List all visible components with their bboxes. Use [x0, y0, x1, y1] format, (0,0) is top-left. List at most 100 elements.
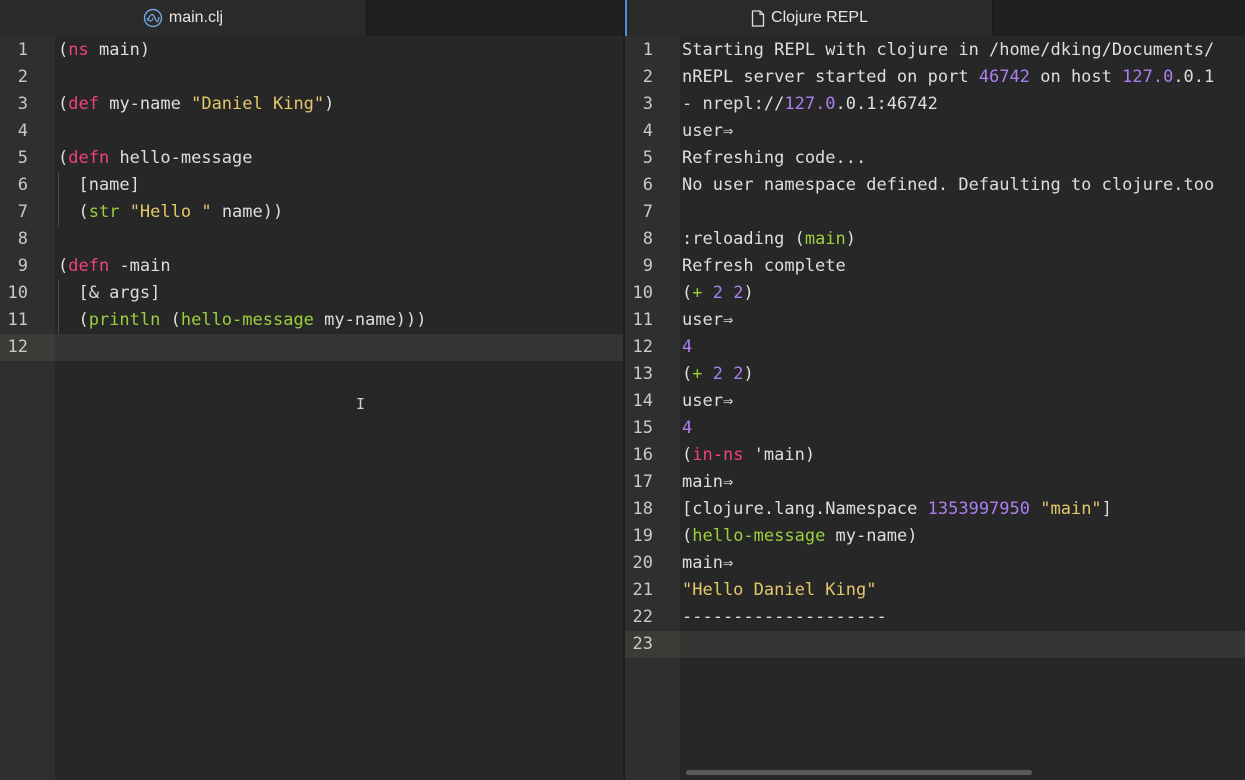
- line-code: user⇒: [682, 388, 733, 415]
- line-code: Starting REPL with clojure in /home/dkin…: [682, 37, 1214, 64]
- line-code: Refreshing code...: [682, 145, 866, 172]
- code-line[interactable]: 10 (+ 2 2): [625, 280, 1245, 307]
- code-line[interactable]: 7 (str "Hello " name)): [0, 199, 623, 226]
- line-code: (def my-name "Daniel King"): [58, 91, 334, 118]
- code-line[interactable]: 9 (defn -main: [0, 253, 623, 280]
- code-token: name)): [211, 202, 284, 222]
- editor-pane: main.clj 1 (ns main) 2 3 (def my-name "Danie…: [0, 0, 623, 780]
- line-number: 2: [0, 64, 55, 91]
- line-code: (defn -main: [58, 253, 171, 280]
- line-code: (println (hello-message my-name))): [58, 307, 427, 334]
- code-line[interactable]: 3 (def my-name "Daniel King"): [0, 91, 623, 118]
- code-token: 2: [712, 283, 723, 303]
- code-line[interactable]: 5 Refreshing code...: [625, 145, 1245, 172]
- line-code: (ns main): [58, 37, 150, 64]
- tab-clojure-repl[interactable]: Clojure REPL: [625, 0, 993, 36]
- code-token: (: [58, 310, 89, 330]
- line-number: 15: [625, 415, 680, 442]
- code-line[interactable]: 6 No user namespace defined. Defaulting t…: [625, 172, 1245, 199]
- code-token: 46742: [978, 67, 1030, 87]
- tab-main-clj[interactable]: main.clj: [0, 0, 367, 36]
- tab-bar: main.clj: [0, 0, 623, 36]
- code-line[interactable]: 14 user⇒: [625, 388, 1245, 415]
- code-token: Refreshing code...: [682, 148, 867, 168]
- line-code: - nrepl://127.0.0.1:46742: [682, 91, 938, 118]
- code-token: [& args]: [58, 283, 161, 303]
- tab-bar: Clojure REPL: [625, 0, 1245, 36]
- line-code: "Hello Daniel King": [682, 577, 876, 604]
- code-token: hello-message: [692, 526, 826, 546]
- code-line[interactable]: 4: [0, 118, 623, 145]
- code-token: hello-message: [180, 310, 314, 330]
- code-token: on host: [1030, 67, 1123, 87]
- code-token: .0.1:46742: [835, 94, 938, 114]
- code-token: [clojure.lang.Namespace: [682, 499, 928, 519]
- code-line[interactable]: 3- nrepl://127.0.0.1:46742: [625, 91, 1245, 118]
- line-code: (+ 2 2): [682, 361, 754, 388]
- code-line[interactable]: 2: [0, 64, 623, 91]
- code-token: defn: [68, 256, 110, 276]
- code-line[interactable]: 12 4: [625, 334, 1245, 361]
- code-token: println: [88, 310, 161, 330]
- line-number: 14: [625, 388, 680, 415]
- code-token: ): [743, 364, 754, 384]
- code-line[interactable]: 12: [0, 334, 623, 361]
- code-line[interactable]: 19 (hello-message my-name): [625, 523, 1245, 550]
- code-line[interactable]: 4 user⇒: [625, 118, 1245, 145]
- code-token: (: [682, 364, 693, 384]
- code-token: 1353997950: [927, 499, 1030, 519]
- line-number: 6: [0, 172, 55, 199]
- code-line[interactable]: 1 Starting REPL with clojure in /home/dki…: [625, 37, 1245, 64]
- horizontal-scrollbar[interactable]: [686, 770, 1032, 775]
- code-line[interactable]: 20 main⇒: [625, 550, 1245, 577]
- code-line[interactable]: 9 Refresh complete: [625, 253, 1245, 280]
- code-line[interactable]: 11 (println (hello-message my-name))): [0, 307, 623, 334]
- code-token: 127.0: [784, 94, 836, 114]
- code-line[interactable]: 2 nREPL server started on port 46742 on h…: [625, 64, 1245, 91]
- code-token: "Hello ": [129, 202, 212, 222]
- code-token: (: [160, 310, 181, 330]
- line-number: 1: [0, 37, 55, 64]
- line-number: 12: [625, 334, 680, 361]
- code-token: my-name))): [313, 310, 427, 330]
- code-line[interactable]: 21 "Hello Daniel King": [625, 577, 1245, 604]
- code-token: -main: [109, 256, 171, 276]
- code-line[interactable]: 23: [625, 631, 1245, 658]
- code-line[interactable]: 6 [name]: [0, 172, 623, 199]
- code-line[interactable]: 17 main⇒: [625, 469, 1245, 496]
- line-code: [name]: [58, 172, 139, 199]
- code-line[interactable]: 7: [625, 199, 1245, 226]
- code-line[interactable]: 10 [& args]: [0, 280, 623, 307]
- code-token: (: [58, 148, 69, 168]
- line-code: (in-ns 'main): [682, 442, 815, 469]
- code-line[interactable]: 11 user⇒: [625, 307, 1245, 334]
- code-line[interactable]: 15 4: [625, 415, 1245, 442]
- code-line[interactable]: 22 --------------------: [625, 604, 1245, 631]
- repl-output[interactable]: 1 Starting REPL with clojure in /home/dki…: [625, 36, 1245, 780]
- code-token: Refresh complete: [682, 256, 846, 276]
- code-line[interactable]: 13 (+ 2 2): [625, 361, 1245, 388]
- code-line[interactable]: 16 (in-ns 'main): [625, 442, 1245, 469]
- repl-lines: 1 Starting REPL with clojure in /home/dki…: [625, 36, 1245, 658]
- code-line[interactable]: 8: [0, 226, 623, 253]
- line-number: 20: [625, 550, 680, 577]
- line-number: 12: [0, 334, 55, 361]
- line-code: No user namespace defined. Defaulting to…: [682, 172, 1214, 199]
- code-line[interactable]: 18 [clojure.lang.Namespace 1353997950 "ma…: [625, 496, 1245, 523]
- code-editor[interactable]: 1 (ns main) 2 3 (def my-name "Daniel King") 4…: [0, 36, 623, 780]
- line-number: 22: [625, 604, 680, 631]
- line-number: 11: [0, 307, 55, 334]
- code-line[interactable]: 1 (ns main): [0, 37, 623, 64]
- line-number: 10: [625, 280, 680, 307]
- code-token: +: [692, 283, 703, 303]
- indent-guide: [58, 280, 59, 334]
- line-code: user⇒: [682, 307, 733, 334]
- line-number: 16: [625, 442, 680, 469]
- line-number: 5: [625, 145, 680, 172]
- code-line[interactable]: 8:reloading (main): [625, 226, 1245, 253]
- code-line[interactable]: 5 (defn hello-message: [0, 145, 623, 172]
- code-token: main: [804, 229, 846, 249]
- code-token: (: [58, 256, 69, 276]
- line-number: 21: [625, 577, 680, 604]
- line-number: 19: [625, 523, 680, 550]
